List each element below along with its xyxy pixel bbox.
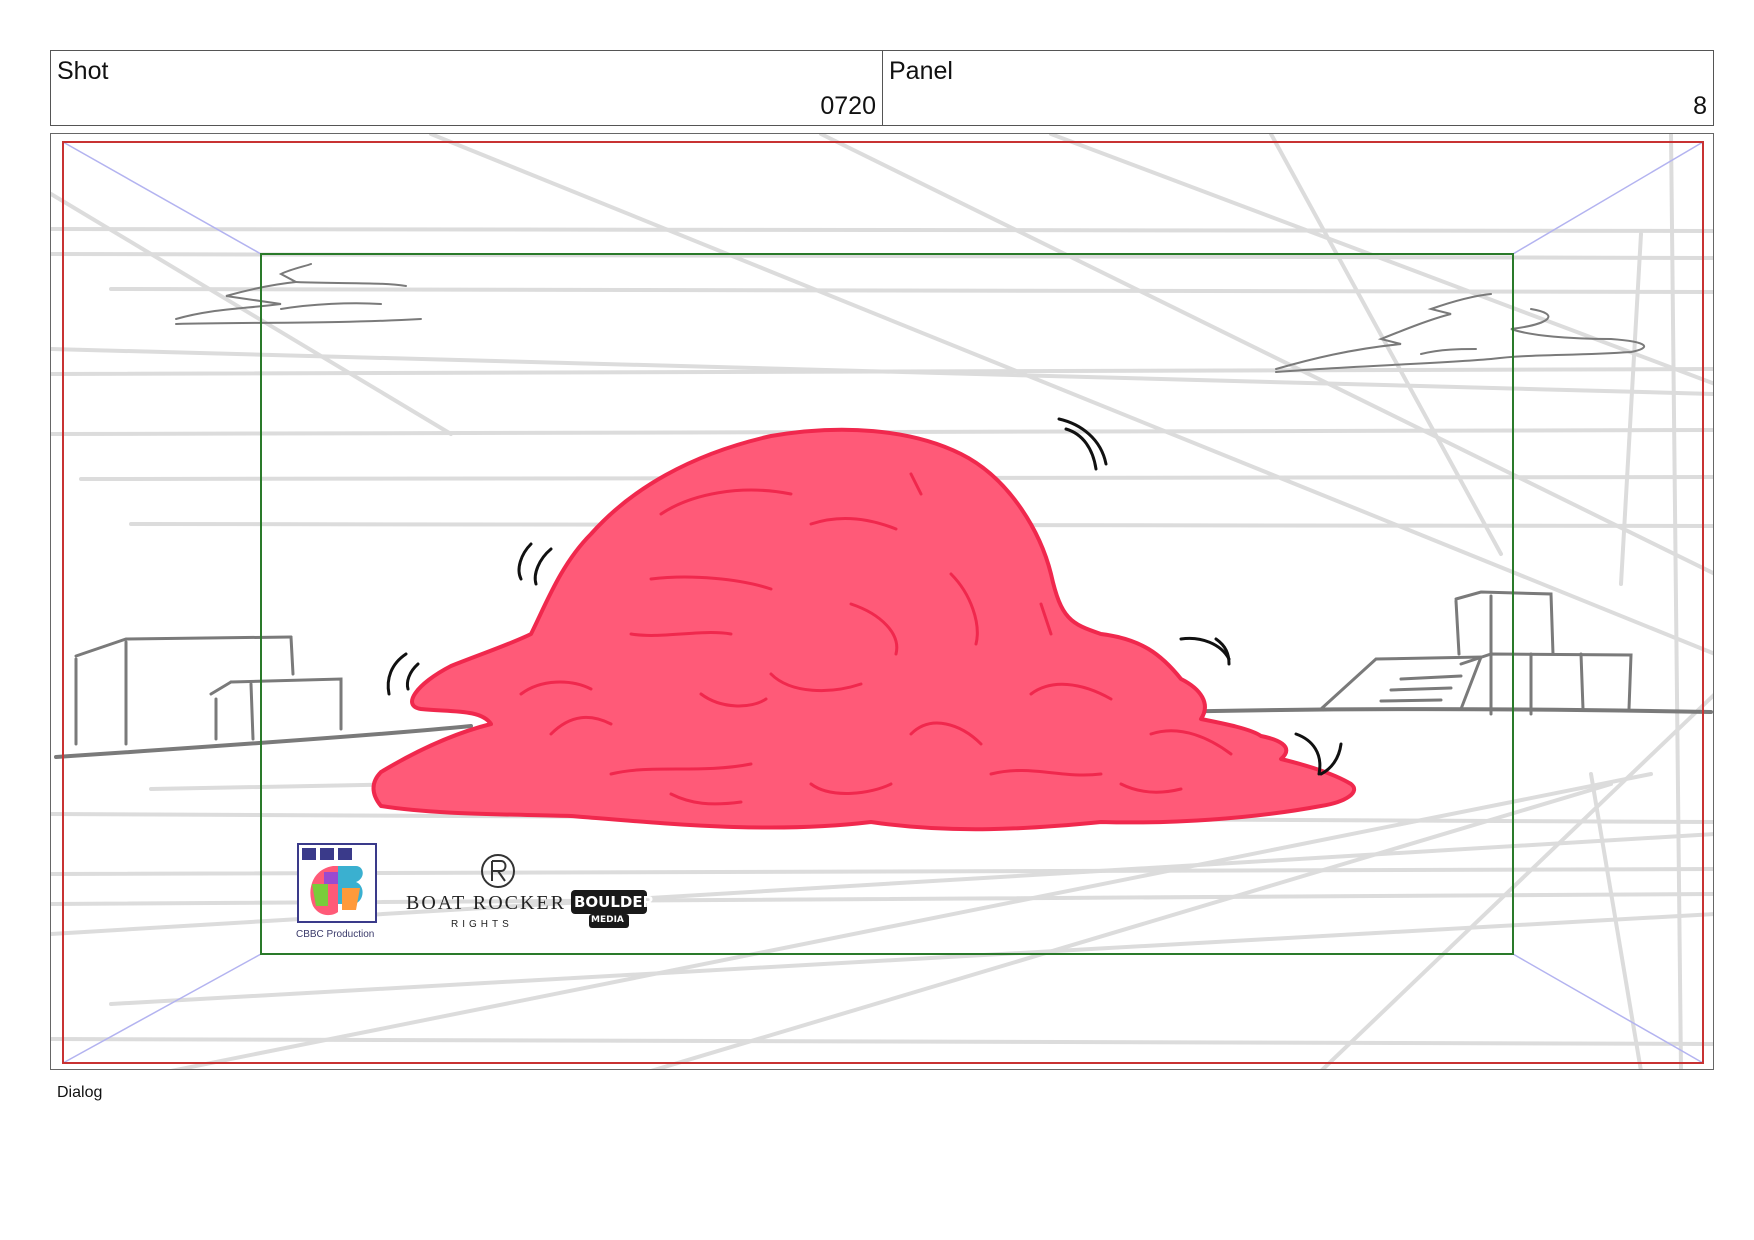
shot-label: Shot	[57, 57, 109, 85]
pink-blob-character	[371, 427, 1357, 832]
boat-rocker-name: BOAT ROCKER	[406, 892, 566, 914]
right-buildings-sketch	[1319, 590, 1633, 716]
panel-label: Panel	[889, 57, 953, 85]
panel-number: 8	[1693, 92, 1707, 120]
left-buildings-sketch	[74, 635, 343, 746]
panel-cell: Panel 8	[883, 51, 1713, 125]
dialog-label: Dialog	[57, 1084, 103, 1101]
shot-panel-header: Shot 0720 Panel 8	[50, 50, 1714, 126]
cbbc-logo	[297, 843, 377, 923]
cloud-sketches	[175, 263, 1646, 373]
shot-number: 0720	[820, 92, 876, 120]
boulder-name: BOULDER	[574, 893, 655, 911]
storyboard-frame: CBBC Production BOAT ROCKER RIGHTS BOULD…	[50, 133, 1714, 1070]
boulder-sub: MEDIA	[591, 915, 624, 925]
cbbc-production-text: CBBC Production	[296, 929, 375, 940]
boat-rocker-sub: RIGHTS	[451, 919, 513, 930]
shot-cell: Shot 0720	[51, 51, 883, 125]
